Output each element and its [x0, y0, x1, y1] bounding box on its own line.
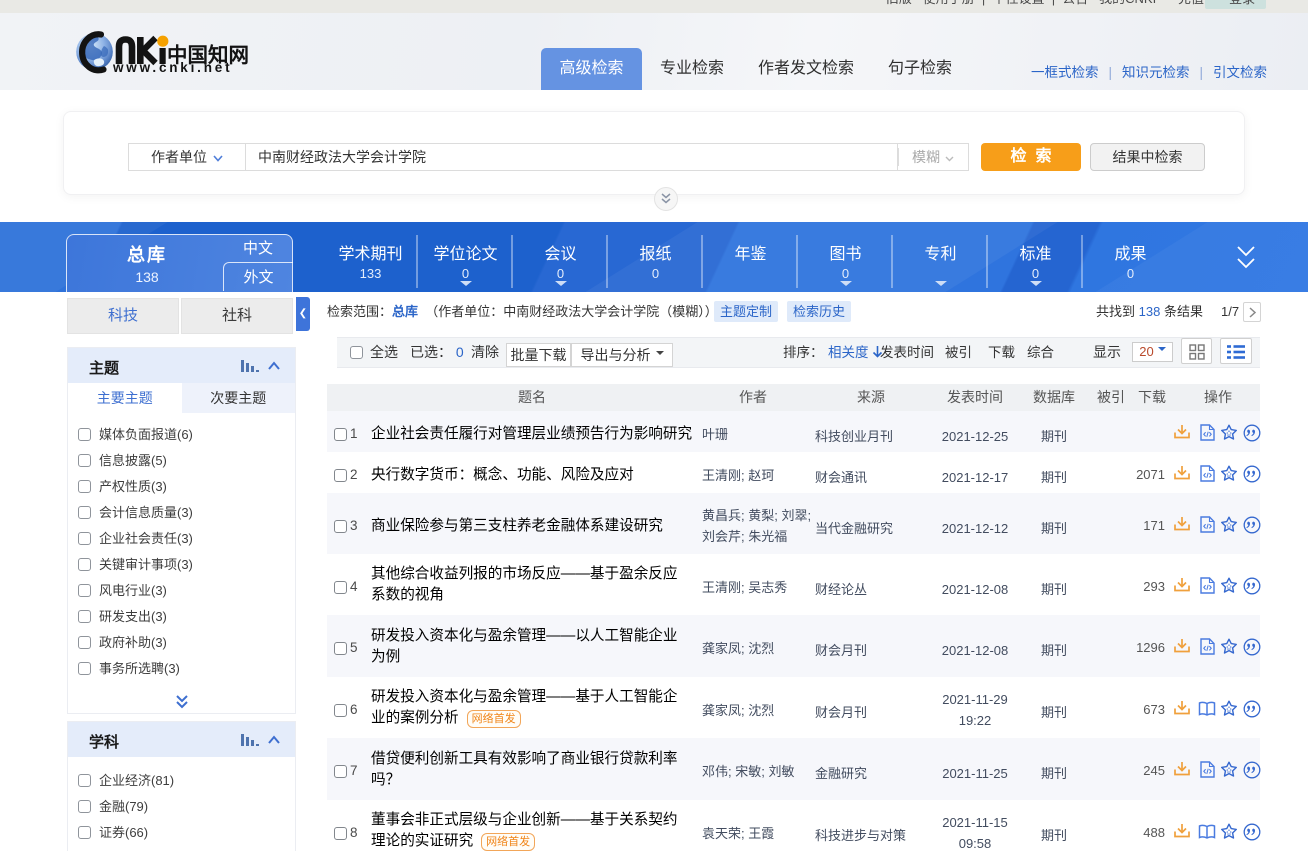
svg-text:www.cnki.net: www.cnki.net [112, 60, 232, 75]
